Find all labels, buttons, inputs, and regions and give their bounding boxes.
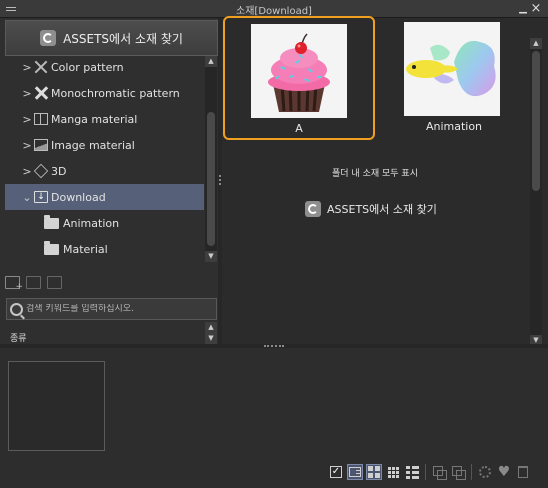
chevron-right-icon[interactable]: > — [21, 113, 33, 126]
list-view-icon[interactable] — [404, 464, 420, 480]
search-input[interactable] — [26, 304, 214, 314]
left-panel: ASSETS에서 소재 찾기 > Color pattern > Monochr… — [0, 18, 220, 344]
tree-item-animation[interactable]: Animation — [5, 210, 204, 236]
minimize-icon[interactable]: ▁ — [518, 3, 528, 15]
edit-folder-icon[interactable] — [47, 275, 62, 289]
view-toolbar: ✓ ♥ — [328, 462, 531, 482]
tree-item-label: Image material — [51, 138, 135, 152]
folder-icon — [43, 240, 59, 255]
small-thumbnail-icon[interactable] — [385, 464, 401, 480]
single-view-icon[interactable] — [347, 464, 363, 480]
search-box[interactable] — [6, 298, 217, 320]
detail-panel: ✓ ♥ — [0, 348, 548, 488]
cupcake-thumbnail — [251, 24, 347, 118]
scroll-up-icon[interactable]: ▲ — [205, 56, 217, 67]
tree-item-label: Color pattern — [51, 60, 124, 74]
search-icon — [10, 302, 23, 316]
duplicate-icon[interactable] — [450, 464, 466, 480]
folder-toolbar: + — [5, 274, 205, 292]
scroll-down-icon[interactable]: ▼ — [205, 333, 217, 344]
scroll-thumb[interactable] — [532, 51, 540, 191]
material-tile-animation[interactable]: Animation — [378, 16, 530, 140]
material-preview — [8, 361, 105, 451]
tree-scrollbar[interactable]: ▲ ▼ — [205, 56, 217, 262]
type-scrollbar[interactable]: ▲ ▼ — [205, 322, 217, 344]
clip-studio-logo-icon — [40, 30, 57, 46]
assets-search-link[interactable]: ASSETS에서 소재 찾기 — [305, 201, 437, 217]
clip-studio-logo-icon — [305, 201, 321, 217]
scroll-up-icon[interactable]: ▲ — [205, 322, 217, 333]
material-tile-a[interactable]: A — [223, 16, 375, 140]
tree-item-label: Download — [51, 190, 106, 204]
new-folder-icon[interactable]: + — [5, 275, 23, 292]
window-title: 소재[Download] — [236, 6, 312, 17]
folder-icon — [43, 214, 59, 229]
tree-item-label: Animation — [63, 216, 120, 230]
tree-item-color-pattern[interactable]: > Color pattern — [5, 54, 204, 80]
tree-item-label: 3D — [51, 164, 67, 178]
material-property-icon[interactable] — [477, 464, 493, 480]
scroll-thumb[interactable] — [207, 112, 215, 246]
splitter-grip-icon[interactable] — [219, 175, 221, 185]
show-checkbox-icon[interactable]: ✓ — [328, 464, 344, 480]
scroll-down-icon[interactable]: ▼ — [205, 251, 217, 262]
tree-item-material[interactable]: Material — [5, 236, 204, 262]
tree-item-label: Manga material — [51, 112, 138, 126]
chevron-right-icon[interactable]: > — [21, 165, 33, 178]
show-all-in-folder-link[interactable]: 폴더 내 소재 모두 표시 — [222, 166, 528, 179]
monochromatic-pattern-icon — [34, 86, 48, 100]
grid-scrollbar[interactable]: ▲ ▼ — [530, 38, 542, 346]
toolbar-divider — [471, 464, 472, 480]
favorite-heart-icon[interactable]: ♥ — [496, 464, 512, 480]
trash-icon[interactable] — [515, 464, 531, 480]
manga-material-icon — [34, 113, 48, 125]
material-grid: A Animation — [222, 16, 542, 344]
tile-label: Animation — [425, 120, 483, 133]
delete-folder-icon[interactable] — [26, 275, 41, 289]
tree-item-download[interactable]: ⌄ ↓ Download — [5, 184, 204, 210]
3d-cube-icon — [33, 163, 49, 179]
tree-item-manga-material[interactable]: > Manga material — [5, 106, 204, 132]
color-pattern-icon — [34, 60, 48, 74]
fish-thumbnail — [404, 22, 500, 116]
chevron-right-icon[interactable]: > — [21, 139, 33, 152]
toolbar-divider — [425, 464, 426, 480]
tree-item-3d[interactable]: > 3D — [5, 158, 204, 184]
chevron-down-icon[interactable]: ⌄ — [21, 191, 33, 204]
assets-search-button-label: ASSETS에서 소재 찾기 — [63, 31, 183, 46]
scroll-up-icon[interactable]: ▲ — [530, 38, 542, 49]
tile-label: A — [295, 122, 303, 135]
tree-item-image-material[interactable]: > Image material — [5, 132, 204, 158]
tree-item-label: Material — [63, 242, 108, 256]
image-material-icon — [34, 139, 48, 151]
chevron-right-icon[interactable]: > — [21, 61, 33, 74]
close-icon[interactable]: × — [530, 2, 542, 16]
splitter-grip-icon[interactable] — [264, 345, 284, 347]
download-icon: ↓ — [34, 191, 48, 203]
large-thumbnail-icon[interactable] — [366, 464, 382, 480]
tree-item-label: Monochromatic pattern — [51, 86, 180, 100]
assets-search-button[interactable]: ASSETS에서 소재 찾기 — [5, 20, 218, 56]
type-label: 종류 — [10, 334, 27, 344]
tree-item-monochromatic-pattern[interactable]: > Monochromatic pattern — [5, 80, 204, 106]
material-tree: > Color pattern > Monochromatic pattern … — [5, 54, 204, 278]
chevron-right-icon[interactable]: > — [21, 87, 33, 100]
assets-search-link-label: ASSETS에서 소재 찾기 — [327, 203, 437, 216]
paste-to-canvas-icon[interactable] — [431, 464, 447, 480]
